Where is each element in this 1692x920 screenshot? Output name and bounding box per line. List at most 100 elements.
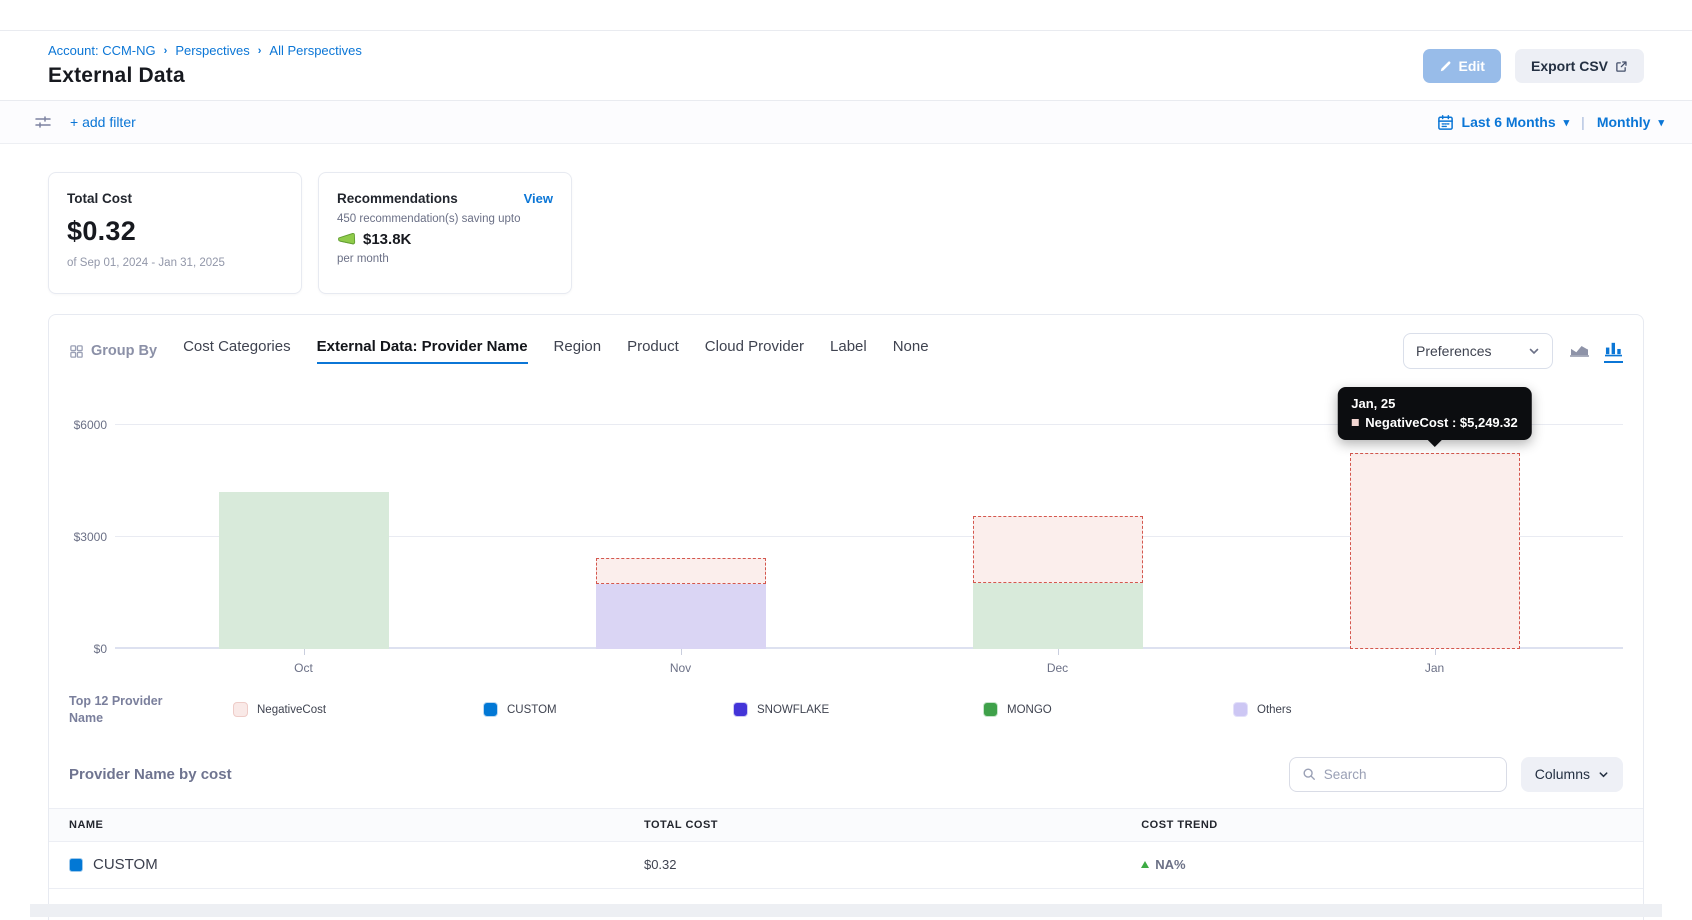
x-tick: [304, 649, 305, 655]
chart-legend: Top 12 Provider Name NegativeCost CUSTOM…: [49, 693, 1643, 727]
x-tick-label: Dec: [1047, 661, 1068, 675]
granularity-selector[interactable]: Monthly: [1597, 114, 1651, 130]
provider-name: CUSTOM: [93, 856, 158, 873]
legend-label: NegativeCost: [257, 704, 326, 716]
table-header-row: NAME TOTAL COST COST TREND: [49, 808, 1643, 842]
bar-negativecost-nov[interactable]: [596, 558, 766, 585]
bar-negativecost-jan[interactable]: [1350, 453, 1520, 649]
breadcrumb-all-perspectives[interactable]: All Perspectives: [269, 43, 361, 58]
legend-item-snowflake[interactable]: SNOWFLAKE: [733, 702, 983, 717]
search-icon: [1302, 767, 1316, 781]
legend-swatch: [1233, 702, 1248, 717]
total-cost-value: $0.32: [67, 216, 283, 247]
recommendations-per-month: per month: [337, 253, 553, 265]
search-input[interactable]: [1324, 767, 1501, 782]
tooltip-value: NegativeCost : $5,249.32: [1365, 415, 1517, 430]
provider-total-cost: $0.32: [644, 857, 1141, 872]
breadcrumb-perspectives[interactable]: Perspectives: [175, 43, 249, 58]
chart-plot-area: Jan, 25 NegativeCost : $5,249.32 OctNovD…: [115, 397, 1623, 649]
y-tick-label: $6000: [74, 418, 107, 432]
horizontal-scrollbar[interactable]: [30, 904, 1662, 917]
legend-item-negativecost[interactable]: NegativeCost: [233, 702, 483, 717]
x-tick-label: Oct: [294, 661, 313, 675]
preferences-dropdown[interactable]: Preferences: [1403, 333, 1553, 369]
legend-item-mongo[interactable]: MONGO: [983, 702, 1233, 717]
tab-cloud-provider[interactable]: Cloud Provider: [705, 338, 804, 364]
grid-icon: [69, 344, 84, 359]
x-tick: [1435, 649, 1436, 655]
legend-label: CUSTOM: [507, 704, 557, 716]
table-row-custom[interactable]: CUSTOM $0.32 NA%: [49, 842, 1643, 889]
pencil-icon: [1439, 60, 1452, 73]
provider-cost-trend: NA%: [1155, 857, 1185, 872]
recommendations-title: Recommendations: [337, 191, 458, 206]
tab-product[interactable]: Product: [627, 338, 679, 364]
legend-swatch: [733, 702, 748, 717]
columns-button[interactable]: Columns: [1521, 757, 1623, 792]
bar-chart-icon[interactable]: [1604, 340, 1623, 363]
tab-region[interactable]: Region: [554, 338, 602, 364]
chart-tooltip: Jan, 25 NegativeCost : $5,249.32: [1337, 387, 1531, 440]
columns-button-label: Columns: [1535, 766, 1590, 782]
chevron-down-icon[interactable]: ▾: [1564, 116, 1570, 129]
preferences-label: Preferences: [1416, 343, 1491, 359]
tab-cost-categories[interactable]: Cost Categories: [183, 338, 291, 364]
filter-panel-toggle[interactable]: [34, 113, 52, 131]
chart-type-toggle: [1569, 340, 1623, 363]
header-total-cost: TOTAL COST: [644, 819, 1141, 831]
legend-swatch: [483, 702, 498, 717]
legend-title: Top 12 Provider Name: [69, 693, 187, 727]
bar-mongo-dec[interactable]: [973, 583, 1143, 649]
breadcrumb-separator-icon: ›: [258, 45, 262, 57]
recommendations-amount: $13.8K: [363, 231, 411, 248]
savings-icon: [337, 232, 356, 247]
tooltip-series-swatch: [1351, 419, 1358, 426]
x-tick: [681, 649, 682, 655]
group-by-row: Group By Cost Categories External Data: …: [49, 315, 1643, 369]
bar-negativecost-dec[interactable]: [973, 516, 1143, 582]
breadcrumb-separator-icon: ›: [164, 45, 168, 57]
bar-others-nov[interactable]: [596, 584, 766, 649]
total-cost-card: Total Cost $0.32 of Sep 01, 2024 - Jan 3…: [48, 172, 302, 294]
legend-swatch: [233, 702, 248, 717]
page-header: Account: CCM-NG › Perspectives › All Per…: [0, 30, 1692, 100]
summary-cards: Total Cost $0.32 of Sep 01, 2024 - Jan 3…: [0, 144, 1692, 294]
x-tick: [1058, 649, 1059, 655]
chevron-down-icon[interactable]: ▾: [1658, 116, 1664, 129]
trend-up-icon: [1141, 861, 1149, 868]
view-recommendations-link[interactable]: View: [524, 191, 553, 206]
bar-mongo-oct[interactable]: [219, 492, 389, 649]
recommendations-card: Recommendations View 450 recommendation(…: [318, 172, 572, 294]
x-tick-label: Nov: [670, 661, 691, 675]
legend-swatch: [983, 702, 998, 717]
perspective-panel: Group By Cost Categories External Data: …: [48, 314, 1644, 920]
total-cost-period: of Sep 01, 2024 - Jan 31, 2025: [67, 257, 283, 269]
filter-divider: |: [1577, 114, 1589, 130]
date-range-selector[interactable]: Last 6 Months: [1462, 114, 1556, 130]
page-title: External Data: [48, 64, 362, 88]
breadcrumb-account[interactable]: Account: CCM-NG: [48, 43, 156, 58]
legend-item-custom[interactable]: CUSTOM: [483, 702, 733, 717]
edit-button[interactable]: Edit: [1423, 49, 1501, 83]
tab-label[interactable]: Label: [830, 338, 867, 364]
provider-swatch: [69, 858, 83, 872]
area-chart-icon[interactable]: [1569, 340, 1590, 363]
header-actions: Edit Export CSV: [1423, 49, 1644, 83]
tab-none[interactable]: None: [893, 338, 929, 364]
legend-label: SNOWFLAKE: [757, 704, 829, 716]
legend-label: MONGO: [1007, 704, 1052, 716]
filter-sliders-icon: [34, 113, 52, 131]
breadcrumb: Account: CCM-NG › Perspectives › All Per…: [48, 43, 362, 58]
tooltip-title: Jan, 25: [1351, 396, 1517, 411]
y-tick-label: $3000: [74, 530, 107, 544]
chevron-down-icon: [1528, 345, 1540, 357]
chart-y-axis: $0$3000$6000: [63, 397, 115, 649]
filter-bar: + add filter Last 6 Months ▾ | Monthly ▾: [0, 100, 1692, 144]
total-cost-title: Total Cost: [67, 191, 283, 206]
add-filter-button[interactable]: + add filter: [70, 114, 136, 130]
tab-external-data-provider-name[interactable]: External Data: Provider Name: [317, 338, 528, 364]
legend-item-others[interactable]: Others: [1233, 702, 1483, 717]
export-csv-button[interactable]: Export CSV: [1515, 49, 1644, 83]
y-tick-label: $0: [94, 642, 107, 656]
tooltip-arrow-icon: [1427, 439, 1443, 447]
